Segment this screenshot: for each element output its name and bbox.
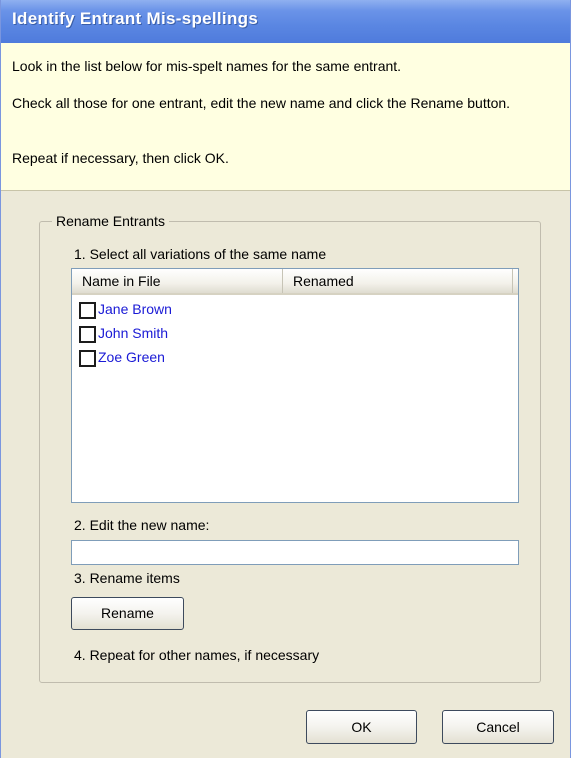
instruction-line-3: Repeat if necessary, then click OK. (12, 150, 229, 166)
entrant-list[interactable]: Name in File Renamed Jane Brown John Smi… (71, 268, 519, 503)
step-3-label: 3. Rename items (74, 570, 180, 586)
group-legend: Rename Entrants (52, 211, 169, 231)
instruction-line-2: Check all those for one entrant, edit th… (12, 95, 511, 111)
list-rows: Jane Brown John Smith Zoe Green (72, 298, 518, 370)
dialog-window: Identify Entrant Mis-spellings Look in t… (0, 0, 571, 758)
new-name-input[interactable] (71, 540, 519, 565)
entrant-name[interactable]: Zoe Green (98, 348, 165, 366)
step-1-label: 1. Select all variations of the same nam… (74, 246, 327, 262)
list-item[interactable]: Zoe Green (72, 346, 518, 370)
step-4-label: 4. Repeat for other names, if necessary (74, 647, 320, 663)
entrant-name[interactable]: Jane Brown (98, 300, 172, 318)
ok-button[interactable]: OK (306, 710, 417, 744)
window-title: Identify Entrant Mis-spellings (12, 9, 259, 28)
column-header-name-in-file[interactable]: Name in File (72, 269, 283, 293)
title-bar[interactable]: Identify Entrant Mis-spellings (1, 0, 570, 43)
list-item[interactable]: John Smith (72, 322, 518, 346)
list-item[interactable]: Jane Brown (72, 298, 518, 322)
row-checkbox[interactable] (79, 350, 96, 367)
cancel-button[interactable]: Cancel (442, 710, 554, 744)
step-2-label: 2. Edit the new name: (74, 517, 210, 533)
row-checkbox[interactable] (79, 326, 96, 343)
rename-button[interactable]: Rename (71, 597, 184, 630)
instruction-line-1: Look in the list below for mis-spelt nam… (12, 58, 402, 74)
column-header-renamed[interactable]: Renamed (283, 269, 513, 293)
list-header: Name in File Renamed (72, 269, 518, 295)
instructions-panel: Look in the list below for mis-spelt nam… (1, 43, 570, 191)
row-checkbox[interactable] (79, 302, 96, 319)
entrant-name[interactable]: John Smith (98, 324, 168, 342)
